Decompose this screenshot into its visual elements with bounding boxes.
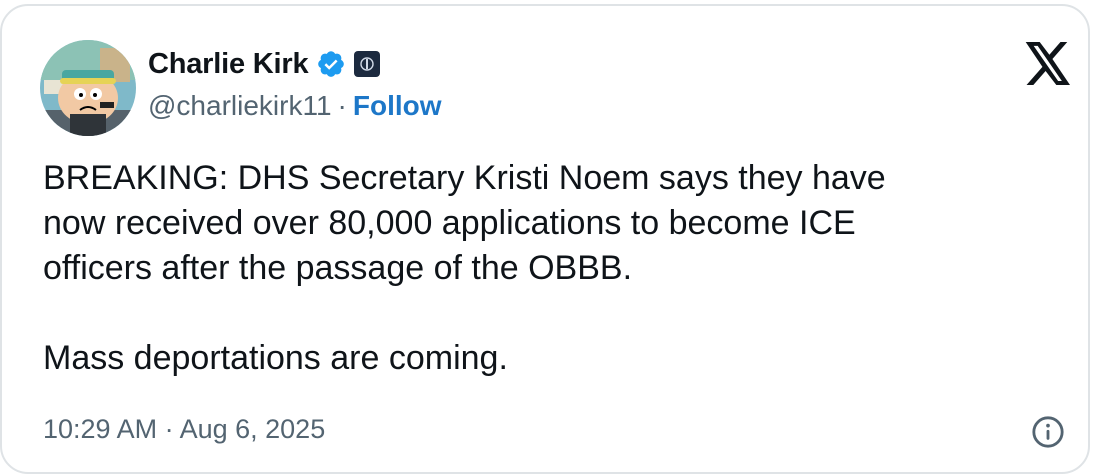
handle-row: @charliekirk11 · Follow: [148, 88, 442, 124]
x-logo-icon[interactable]: [1024, 42, 1072, 86]
avatar-image: [40, 40, 136, 136]
verified-badge-icon[interactable]: [316, 49, 346, 79]
affiliate-badge-icon[interactable]: [354, 51, 381, 77]
avatar[interactable]: [40, 40, 136, 136]
tweet-timestamp[interactable]: 10:29 AM · Aug 6, 2025: [43, 414, 325, 445]
tweet-card: Charlie Kirk @charliekirk11 · Follow BRE…: [0, 4, 1090, 474]
display-name[interactable]: Charlie Kirk: [148, 48, 309, 81]
author-handle[interactable]: @charliekirk11: [148, 90, 332, 122]
author-name-row: Charlie Kirk: [148, 46, 381, 82]
separator-dot: ·: [337, 90, 347, 121]
tweet-text: BREAKING: DHS Secretary Kristi Noem says…: [43, 159, 886, 377]
follow-button[interactable]: Follow: [353, 90, 442, 122]
info-icon[interactable]: [1031, 415, 1065, 449]
